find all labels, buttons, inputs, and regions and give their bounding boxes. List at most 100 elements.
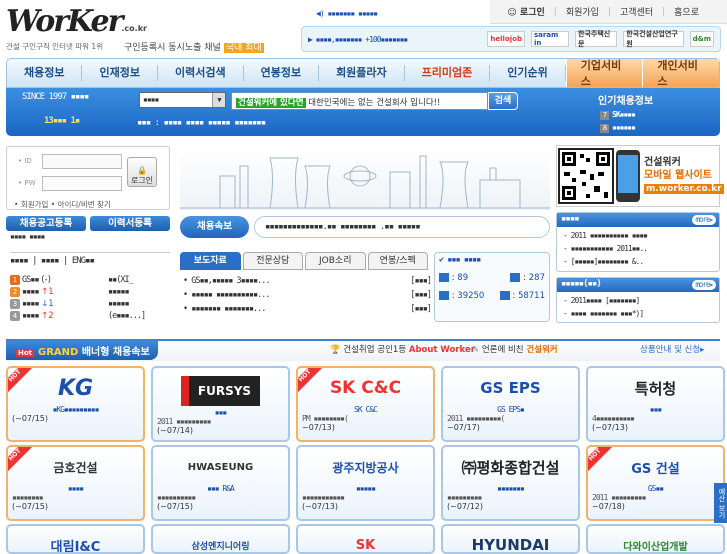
nav-ranking[interactable]: 인기순위 [490,65,566,81]
card-deadline: (~07/15) [12,414,48,423]
job-banner-card[interactable]: 다와이산업개발 [586,524,725,554]
id-field[interactable] [42,154,122,169]
tab-consult[interactable]: 전문상담 [242,252,303,270]
support-link[interactable]: 고객센터 [620,5,653,18]
job-banner-card[interactable]: 광주지방공사 ▪▪▪▪▪ ▪▪▪▪▪▪▪▪▪▪▪ (~07/13) [296,445,435,521]
partner-logo[interactable]: 한국주택신문 [575,30,618,48]
stats-value[interactable]: : 89 [439,273,468,283]
top-ticker[interactable]: ◀) ▪▪▪▪▪▪▪ ▪▪▪▪▪ [316,9,378,18]
tab-salary-spec[interactable]: 연봉/스펙 [367,252,428,270]
job-banner-card[interactable]: HOT SK C&C SK C&C PM ▪▪▪▪▪▪▪▪(~07/13) [296,366,435,442]
company-logo: KG [57,375,94,401]
job-banner-card[interactable]: ㈜평화종합건설 ▪▪▪▪▪▪▪ ▪▪▪▪▪▪▪▪▪ (~07/12) [441,445,580,521]
notice-title: ▪▪▪▪ [561,214,580,224]
list-item[interactable]: • GS▪▪,▪▪▪▪▪ 3▪▪▪▪... [▪▪▪] [183,274,432,288]
job-banner-card[interactable]: 특허청 ▪▪▪ 4▪▪▪▪▪▪▪▪▪▪ (~07/13) [586,366,725,442]
job-banner-card[interactable]: GS EPS GS EPS▪ 2011 ▪▪▪▪▪▪▪▪▪(~07/17) [441,366,580,442]
more-button[interactable]: more▸ [692,215,716,225]
nav-salary[interactable]: 연봉정보 [244,65,320,81]
logo-tagline: 건설 구인구직 인터넷 파워 1위 [6,42,104,51]
grand-subtitle: 배너형 채용속보 [78,347,150,358]
list-item[interactable]: - [▪▪▪▪▪]▪▪▪▪▪▪▪▪ &.. [563,255,713,268]
job-banner-card[interactable]: HYUNDAI [441,524,580,554]
about-worker-link[interactable]: 🏆 건설취업 공인1등 About Worker [330,343,475,355]
job-banner-card[interactable]: HWASEUNG ▪▪▪ R&A ▪▪▪▪▪▪▪▪▪▪ (~07/15) [151,445,290,521]
tab-job-voice[interactable]: JOB소리 [305,252,366,270]
side-floating-button[interactable]: 예산 보기 [714,483,727,523]
ranking-row[interactable]: 2 ▪▪▪▪ ↑1 ▪▪▪▪▪ [10,287,170,297]
popular-job-item[interactable]: 8 ▪▪▪▪▪▪ [600,123,636,133]
join-link[interactable]: 회원가입 [566,5,599,18]
tab-personal-service[interactable]: 개인서비스 [642,59,719,88]
register-resume-button[interactable]: 이력서등록 [90,216,170,231]
home-link[interactable]: 홈으로 [674,5,699,18]
nav-jobs[interactable]: 채용정보 [7,65,83,81]
news-title: • ▪▪▪▪▪ ▪▪▪▪▪▪▪▪▪▪... [183,290,270,300]
partner-banner[interactable]: ▶ ▪▪▪▪,▪▪▪▪▪▪▪ +100▪▪▪▪▪▪▪ hellojob sara… [301,26,721,52]
nav-talent[interactable]: 인재정보 [82,65,158,81]
partner-text: ▶ ▪▪▪▪,▪▪▪▪▪▪▪ +100▪▪▪▪▪▪▪ [308,34,408,44]
list-item[interactable]: • ▪▪▪▪▪▪▪ ▪▪▪▪▪▪▪... [▪▪▪] [183,302,432,316]
list-item[interactable]: - ▪▪▪▪ ▪▪▪▪▪▪▪ ▪▪▪*)] [563,307,713,320]
list-item[interactable]: - ▪▪▪▪▪▪▪▪▪▪▪ 2011▪▪.. [563,242,713,255]
product-info-link[interactable]: 상품안내 및 신청▸ [640,343,704,355]
partner-logo[interactable]: 한국건설산업연구원 [623,30,684,48]
post-job-button[interactable]: 채용공고등록 [6,216,86,231]
company-logo: HYUNDAI [471,536,550,554]
ranking-row[interactable]: 1 GS▪▪ (-) ▪▪(XI_ [10,275,170,285]
list-item[interactable]: - 2011▪▪▪▪ [▪▪▪▪▪▪▪] [563,294,713,307]
partner-logo[interactable]: hellojob [487,31,525,47]
nav-premium[interactable]: 프리미엄존 [405,65,491,81]
login-links[interactable]: • 회원가입 • 아이디/비번 찾기 [14,199,111,210]
list-item[interactable]: • ▪▪▪▪▪ ▪▪▪▪▪▪▪▪▪▪... [▪▪▪] [183,288,432,302]
mobile-title: 건설워커 [644,157,681,168]
ranking-row[interactable]: 4 ▪▪▪▪ ↑2 (e▪▪▪...] [10,311,170,321]
tab-corporate-service[interactable]: 기업서비스 [565,59,643,88]
slogan: 구인등록시 동시노출 채널 국내 최대 [124,40,264,53]
grand-banner-title: Hot GRAND 배너형 채용속보 [6,341,158,360]
language-links[interactable]: ▪▪▪▪ | ▪▪▪▪ | ENG▪▪ [10,252,170,266]
hot-keywords[interactable]: ▪▪▪ : ▪▪▪▪ ▪▪▪▪ ▪▪▪▪▪ ▪▪▪▪▪▪▪ [137,118,266,128]
job-banner-card[interactable]: 삼성엔지니어링 [151,524,290,554]
press-link[interactable]: ✎ 언론에 비친 건설워커 [472,343,558,355]
job-banner-card[interactable]: HOT 금호건설 ▪▪▪▪ ▪▪▪▪▪▪▪▪ (~07/15) [6,445,145,521]
tab-press[interactable]: 보도자료 [180,252,241,270]
company-logo: GS EPS [480,379,541,397]
job-banner-card[interactable]: HOT GS 건설 GS▪▪ 2011 ▪▪▪▪▪▪▪▪▪ ~07/18) [586,445,725,521]
search-button[interactable]: 검색 [488,92,518,110]
more-button[interactable]: more▸ [692,280,716,290]
list-item[interactable]: - 2011 ▪▪▪▪▪▪▪▪▪▪ ▪▪▪▪ [563,229,713,242]
card-title: ▪▪▪ [649,405,662,414]
nav-member-plaza[interactable]: 회원플라자 [319,65,405,81]
partner-logo[interactable]: d&m [689,31,714,47]
card-title: ▪▪▪▪ [67,484,84,493]
search-category-select[interactable]: ▪▪▪▪ ▼ [139,92,226,108]
breaking-news-text[interactable]: ▪▪▪▪▪▪▪▪▪▪▪▪▪.▪▪ ▪▪▪▪▪▪▪▪ .▪▪ ▪▪▪▪▪ [254,216,550,238]
login-link[interactable]: ☺ 로그인 [507,5,544,18]
ranking-row[interactable]: 3 ▪▪▪▪ ↓1 ▪▪▪▪▪ [10,299,170,309]
news-title: • ▪▪▪▪▪▪▪ ▪▪▪▪▪▪▪... [183,304,266,314]
password-field[interactable] [42,176,122,191]
popular-job-item[interactable]: 7 SK▪▪▪▪ [600,110,636,120]
stats-value[interactable]: : 39250 [439,291,484,301]
select-value: ▪▪▪▪ [143,95,159,104]
job-banner-card[interactable]: FURSYS ▪▪▪ 2011 ▪▪▪▪▪▪▪▪▪ (~07/14) [151,366,290,442]
nav-resume-search[interactable]: 이력서검색 [158,65,244,81]
site-logo[interactable]: WorKer.co.kr 건설 구인구직 인터넷 파워 1위 [6,4,147,56]
job-banner-card[interactable]: 대림I&C [6,524,145,554]
left-misc-line[interactable]: ▪▪▪▪ ▪▪▪▪ [10,232,45,241]
job-banner-card[interactable]: SK [296,524,435,554]
rank-change: ↑2 [41,311,54,321]
partner-logo[interactable]: saram in [530,31,570,47]
card-desc: 2011 ▪▪▪▪▪▪▪▪▪ [592,493,646,502]
rank-label: ▪▪▪▪▪▪ [612,123,636,132]
since-text: SINCE 1997 ▪▪▪▪ [22,92,89,102]
login-button[interactable]: 🔒 로그인 [127,157,157,187]
stats-value[interactable]: : 287 [510,273,545,283]
event-title: ▪▪▪▪▪(▪▪) [561,279,602,289]
stats-value[interactable]: : 58711 [499,291,545,301]
stats-title: ✔ ▪▪▪ ▪▪▪▪ [435,253,549,267]
main-nav: 채용정보 인재정보 이력서검색 연봉정보 회원플라자 프리미엄존 인기순위 기업… [6,58,720,88]
job-banner-card[interactable]: HOT KG ▪KG▪▪▪▪▪▪▪▪▪ (~07/15) [6,366,145,442]
search-input[interactable]: 건설워커에 있다면 대한민국에는 없는 건설회사 입니다!! [231,92,488,110]
